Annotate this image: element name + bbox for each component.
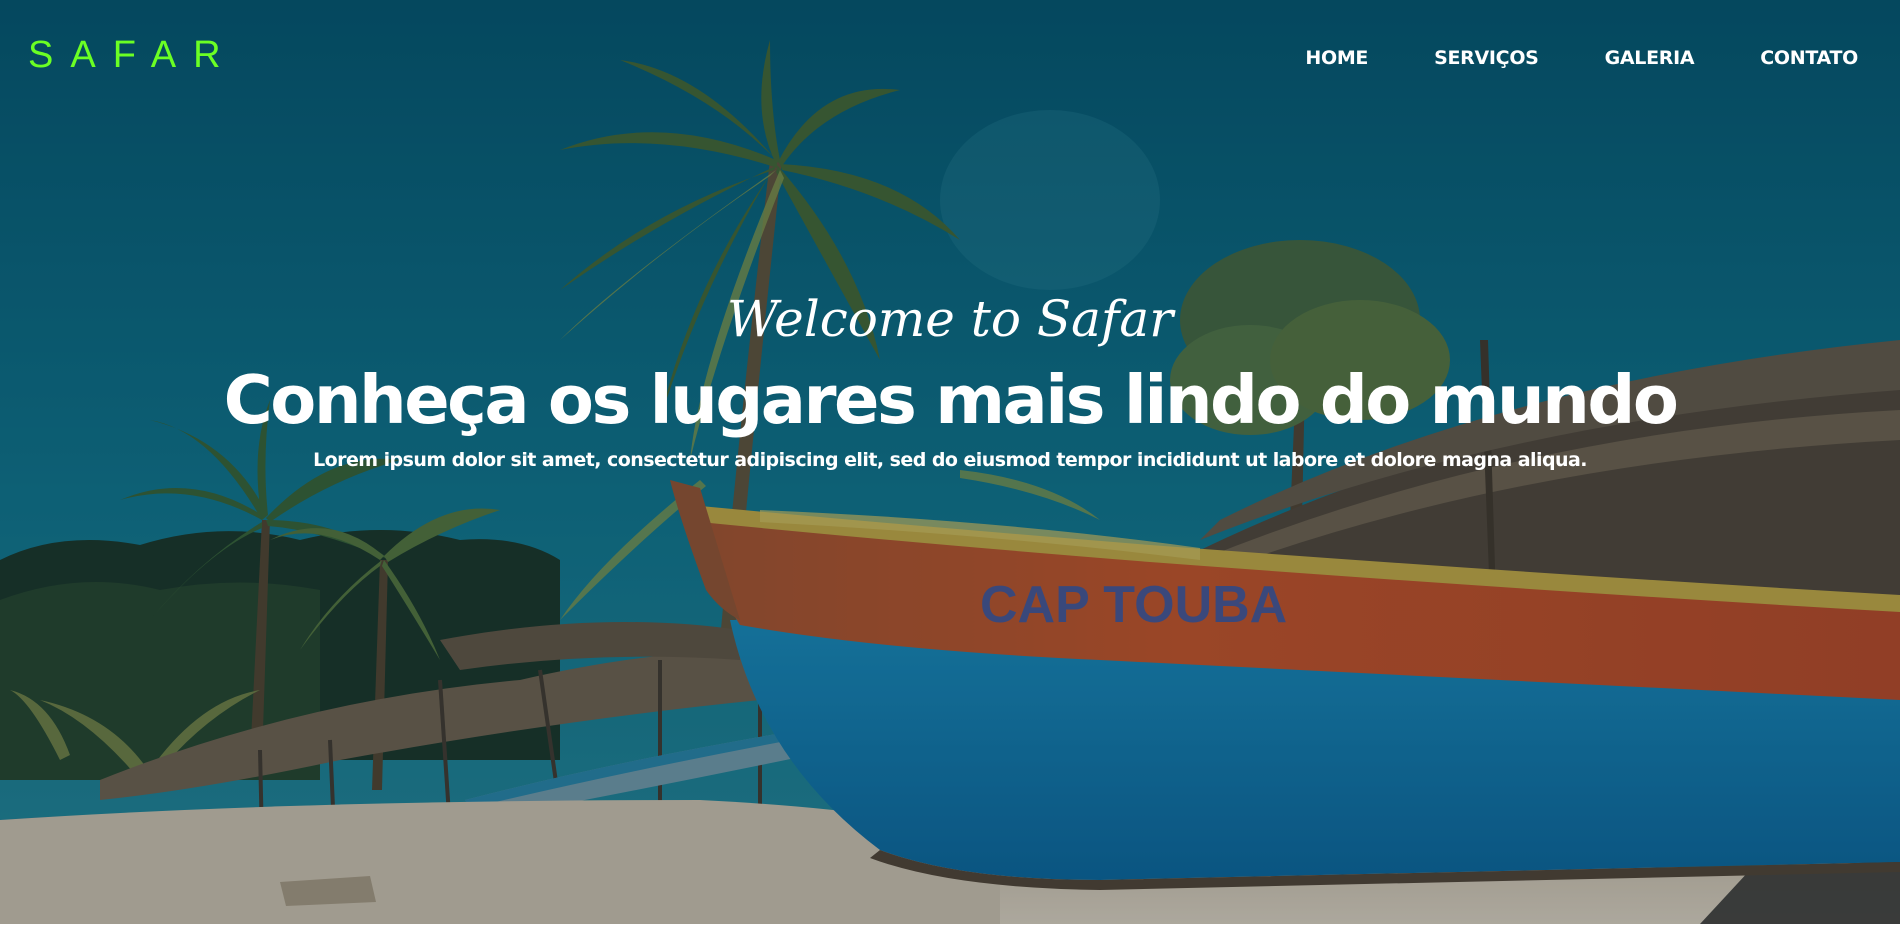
- hero-headline: Conheça os lugares mais lindo do mundo: [223, 361, 1679, 439]
- nav-menu: HOME SERVIÇOS GALERIA CONTATO: [1305, 47, 1858, 69]
- hero-content: Welcome to Safar Conheça os lugares mais…: [0, 285, 1900, 471]
- hero-tagline: Lorem ipsum dolor sit amet, consectetur …: [313, 449, 1587, 471]
- nav-link-servicos[interactable]: SERVIÇOS: [1434, 47, 1539, 69]
- site-logo[interactable]: SAFAR: [28, 32, 238, 78]
- nav-link-galeria[interactable]: GALERIA: [1605, 47, 1695, 69]
- nav-link-home[interactable]: HOME: [1305, 47, 1368, 69]
- hero-section: CAP TOUBA SAFAR HOME SERVIÇOS GALERIA CO…: [0, 0, 1900, 924]
- nav-link-contato[interactable]: CONTATO: [1760, 47, 1858, 69]
- navbar: SAFAR HOME SERVIÇOS GALERIA CONTATO: [0, 0, 1900, 120]
- hero-welcome-text: Welcome to Safar: [726, 290, 1174, 348]
